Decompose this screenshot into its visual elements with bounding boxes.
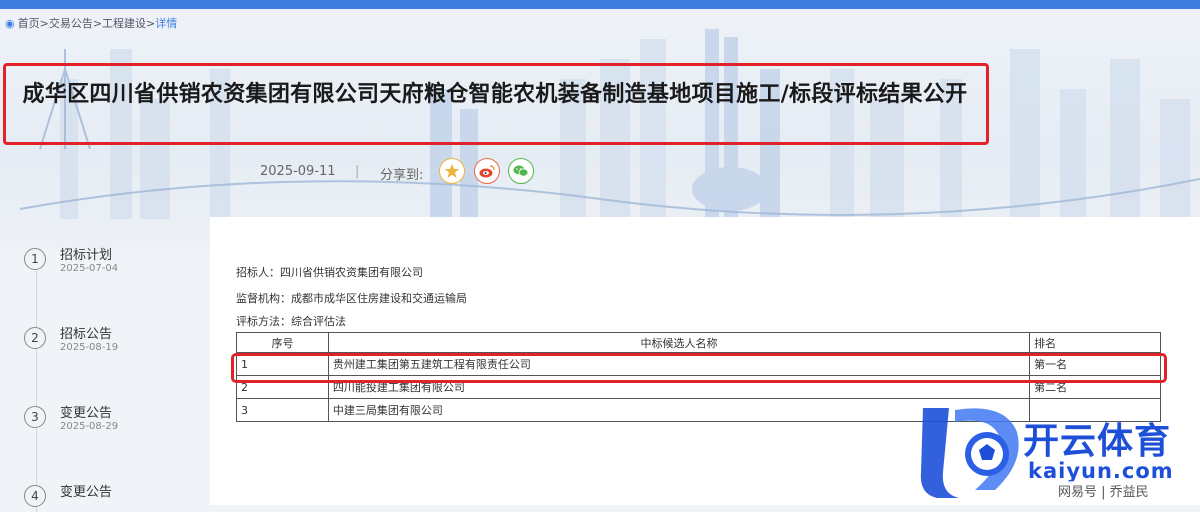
timeline-step-number: 2 — [24, 327, 46, 349]
timeline-step-date: 2025-08-29 — [60, 421, 119, 432]
wechat-icon — [513, 165, 529, 177]
page-title: 成华区四川省供销农资集团有限公司天府粮仓智能农机装备制造基地项目施工/标段评标结… — [22, 82, 968, 107]
timeline-step-name: 招标计划 — [60, 248, 113, 263]
timeline-step-date: 2025-07-04 — [60, 263, 119, 274]
breadcrumb-home[interactable]: 首页 — [18, 17, 40, 30]
header-index: 序号 — [236, 332, 329, 353]
first-place-highlight-box — [231, 353, 1167, 383]
timeline-step-name: 变更公告 — [60, 485, 113, 500]
weibo-icon — [479, 165, 495, 178]
breadcrumb-section[interactable]: 交易公告 — [49, 17, 93, 30]
timeline-step-number: 4 — [24, 485, 46, 507]
watermark-brand: 开云体育 — [1023, 421, 1172, 462]
breadcrumb-category[interactable]: 工程建设 — [102, 17, 146, 30]
publish-date: 2025-09-11 — [260, 164, 336, 179]
breadcrumb-separator: > — [146, 17, 156, 30]
meta-separator: | — [355, 164, 360, 179]
table-header-row: 序号 中标候选人名称 排名 — [236, 332, 1161, 353]
header-candidate-name: 中标候选人名称 — [327, 332, 1031, 353]
process-timeline: 1 招标计划 2025-07-04 2 招标公告 2025-08-19 3 变更… — [0, 240, 205, 512]
breadcrumb-current: 详情 — [155, 17, 178, 30]
watermark-credit: 网易号 | 乔益民 — [1058, 481, 1149, 500]
timeline-step-number: 1 — [24, 248, 46, 270]
share-favorite-button[interactable] — [439, 158, 465, 184]
breadcrumb: ◉ 首页>交易公告>工程建设>详情 — [5, 15, 177, 31]
timeline-step-name: 招标公告 — [60, 327, 113, 342]
top-bar — [0, 0, 1200, 9]
watermark-domain: kaiyun.com — [1028, 459, 1174, 483]
timeline-step-date: 2025-08-19 — [60, 342, 119, 353]
evaluation-method-line: 评标方法：综合评估法 — [236, 315, 346, 328]
timeline-line — [36, 262, 37, 512]
timeline-step-name: 变更公告 — [60, 406, 113, 421]
star-icon — [445, 164, 459, 178]
header-rank: 排名 — [1029, 332, 1161, 353]
share-wechat-button[interactable] — [508, 158, 534, 184]
location-pin-icon: ◉ — [5, 17, 15, 30]
breadcrumb-separator: > — [39, 17, 49, 30]
cell-index: 3 — [236, 398, 329, 422]
share-weibo-button[interactable] — [474, 158, 500, 184]
tenderer-line: 招标人：四川省供销农资集团有限公司 — [236, 266, 423, 279]
timeline-step-number: 3 — [24, 406, 46, 428]
supervisor-line: 监督机构：成都市成华区住房建设和交通运输局 — [236, 292, 467, 305]
breadcrumb-separator: > — [92, 17, 103, 30]
share-label: 分享到: — [380, 168, 424, 183]
